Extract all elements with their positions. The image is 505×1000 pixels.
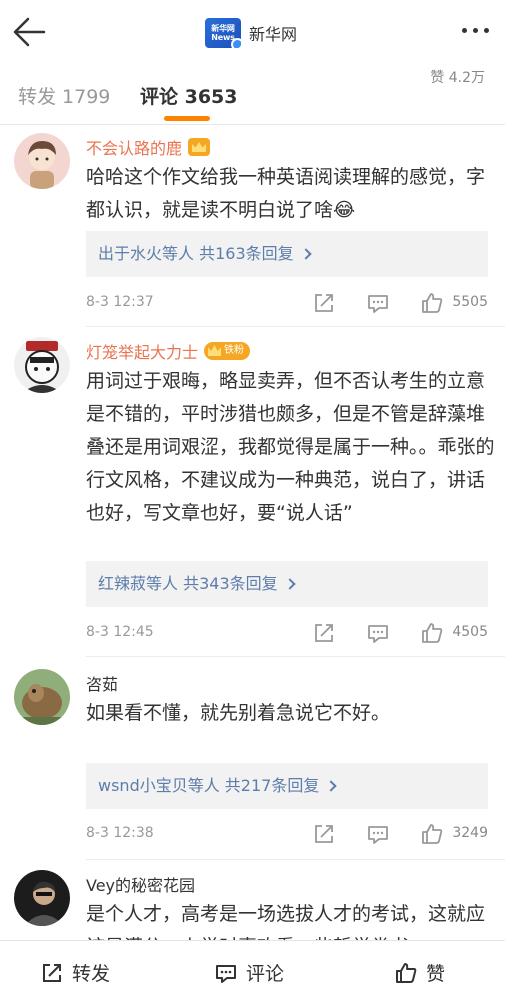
more-options-icon[interactable] [462, 28, 489, 33]
repost-icon [43, 963, 61, 982]
comment-time: 8-3 12:45 [86, 624, 154, 640]
like-count: 4505 [452, 624, 488, 640]
chevron-right-icon [299, 248, 312, 260]
username-row: 不会认路的鹿 [86, 135, 211, 159]
avatar[interactable] [14, 337, 70, 393]
like-count: 5505 [452, 294, 488, 310]
comment-time: 8-3 12:38 [86, 825, 154, 841]
avatar[interactable] [14, 870, 70, 926]
crown-badge-icon [188, 138, 211, 156]
avatar[interactable] [14, 133, 70, 189]
comment-text: 如果看不懂，就先别着急说它不好。 [86, 702, 391, 724]
active-tab-indicator [164, 116, 210, 121]
reply-summary[interactable]: wsnd小宝贝等人 共217条回复 [86, 763, 488, 809]
username-row: Vey的秘密花园 [86, 872, 195, 896]
username[interactable]: 不会认路的鹿 [86, 135, 182, 159]
account-name: 新华网 [249, 25, 298, 44]
verified-icon [231, 38, 241, 48]
like-icon[interactable] [420, 621, 444, 645]
like-icon [396, 962, 417, 983]
username-row: 灯笼举起大力士 铁粉 [86, 339, 251, 363]
repost-button[interactable]: 转发 [40, 959, 110, 986]
bottom-action-bar: 转发 评论 赞 [0, 940, 505, 1000]
comment-meta: 8-3 12:38 3249 [86, 822, 488, 846]
avatar[interactable] [14, 669, 70, 725]
username[interactable]: Vey的秘密花园 [86, 872, 195, 896]
divider [86, 859, 505, 860]
comment-time: 8-3 12:37 [86, 294, 154, 310]
comment-text: 用词过于艰晦，略显卖弄，但不否认考生的立意是不错的，平时涉猎也颇多，但是不管是辞… [86, 370, 495, 524]
comment-icon[interactable] [366, 621, 390, 645]
comment-button[interactable]: 评论 [214, 959, 284, 986]
share-icon[interactable] [312, 621, 336, 645]
share-icon[interactable] [312, 822, 336, 846]
divider [86, 326, 505, 327]
reply-summary[interactable]: 红辣菽等人 共343条回复 [86, 561, 488, 607]
tab-comments[interactable]: 评论 3653 [140, 82, 238, 109]
like-label: 赞 [426, 963, 446, 985]
username[interactable]: 咨茹 [86, 671, 118, 695]
reply-summary-text: wsnd小宝贝等人 共217条回复 [98, 776, 320, 795]
username[interactable]: 灯笼举起大力士 [86, 339, 198, 363]
like-count: 3249 [452, 825, 488, 841]
like-button[interactable]: 赞 [394, 959, 445, 986]
reply-summary-text: 红辣菽等人 共343条回复 [98, 574, 278, 593]
top-nav-bar: 新华网 News 新华网 [0, 0, 505, 64]
comment-icon[interactable] [366, 291, 390, 315]
comment-text: 哈哈这个作文给我一种英语阅读理解的感觉，字都认识，就是读不明白说了啥😂 [86, 166, 486, 221]
tab-repost[interactable]: 转发 1799 [18, 82, 110, 109]
chevron-right-icon [325, 780, 338, 792]
share-icon[interactable] [312, 291, 336, 315]
xinhua-logo: 新华网 News [205, 18, 241, 48]
chevron-right-icon [283, 578, 296, 590]
comment-meta: 8-3 12:45 4505 [86, 621, 488, 645]
comment-label: 评论 [246, 963, 285, 985]
tab-likes[interactable]: 赞 4.2万 [430, 67, 485, 87]
comment-list[interactable]: 不会认路的鹿 哈哈这个作文给我一种英语阅读理解的感觉，字都认识，就是读不明白说了… [0, 125, 505, 940]
comment-text: 是个人才，高考是一场选拔人才的考试，这就应该是满分。上学时喜欢看一些哲学类书 [86, 903, 486, 940]
like-icon[interactable] [420, 822, 444, 846]
divider [86, 656, 505, 657]
reply-summary[interactable]: 出于水火等人 共163条回复 [86, 231, 488, 277]
back-arrow-icon[interactable] [10, 14, 50, 50]
repost-label: 转发 [72, 963, 111, 985]
username-row: 咨茹 [86, 671, 118, 695]
reply-summary-text: 出于水火等人 共163条回复 [98, 244, 294, 263]
like-icon[interactable] [420, 291, 444, 315]
iron-fan-badge: 铁粉 [204, 342, 251, 360]
comment-meta: 8-3 12:37 5505 [86, 291, 488, 315]
account-header[interactable]: 新华网 News 新华网 [205, 18, 297, 48]
post-tabs: 转发 1799 评论 3653 赞 4.2万 [0, 64, 505, 124]
comment-icon [216, 964, 236, 983]
comment-icon[interactable] [366, 822, 390, 846]
